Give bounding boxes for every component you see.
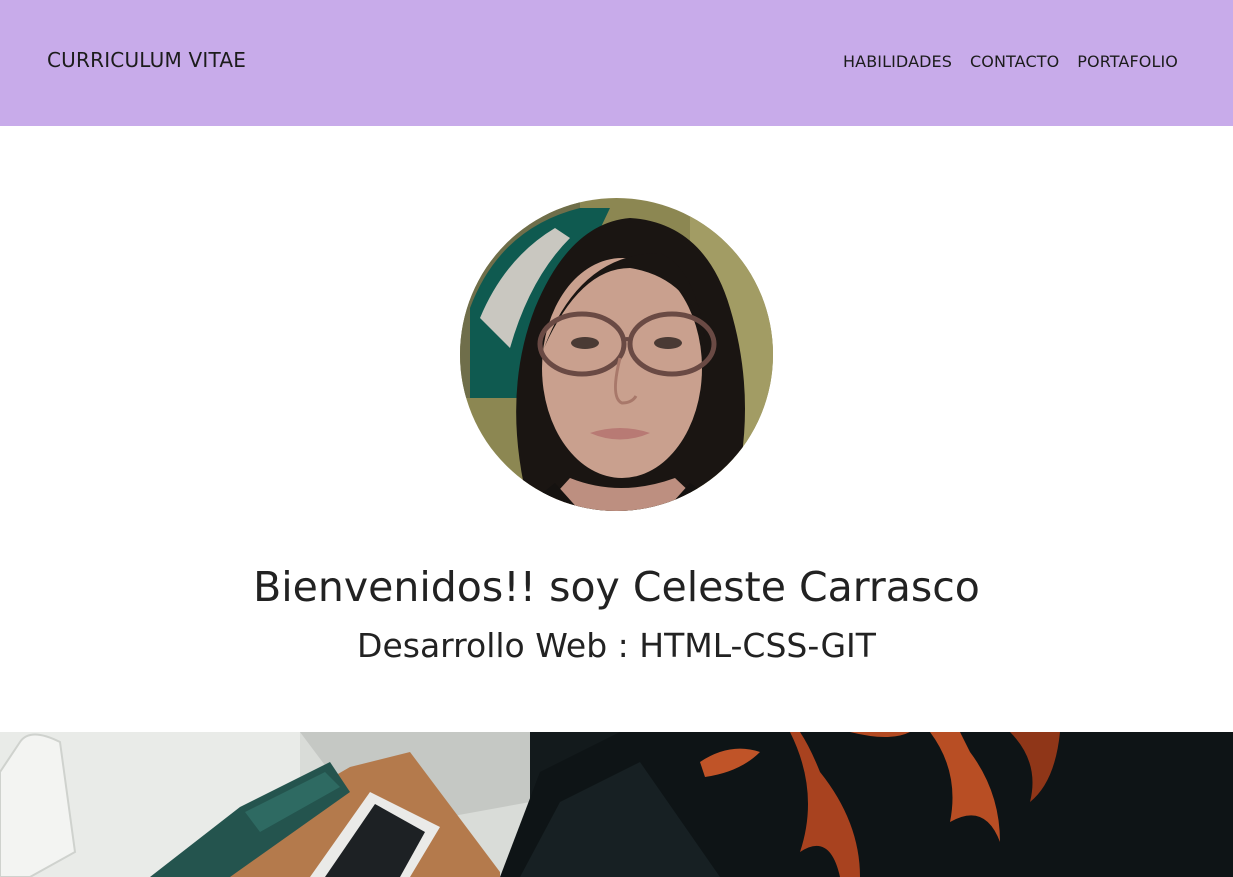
profile-photo [460, 198, 773, 511]
nav-link-contacto[interactable]: CONTACTO [970, 52, 1059, 71]
brand-link[interactable]: CURRICULUM VITAE [47, 48, 246, 72]
workspace-banner-image [0, 732, 1233, 877]
nav-link-habilidades[interactable]: HABILIDADES [843, 52, 952, 71]
main-nav: HABILIDADES CONTACTO PORTAFOLIO [843, 52, 1178, 71]
role-subtitle: Desarrollo Web : HTML-CSS-GIT [357, 626, 876, 665]
welcome-title: Bienvenidos!! soy Celeste Carrasco [253, 563, 980, 611]
header-bar: CURRICULUM VITAE HABILIDADES CONTACTO PO… [0, 0, 1233, 126]
nav-link-portafolio[interactable]: PORTAFOLIO [1077, 52, 1178, 71]
